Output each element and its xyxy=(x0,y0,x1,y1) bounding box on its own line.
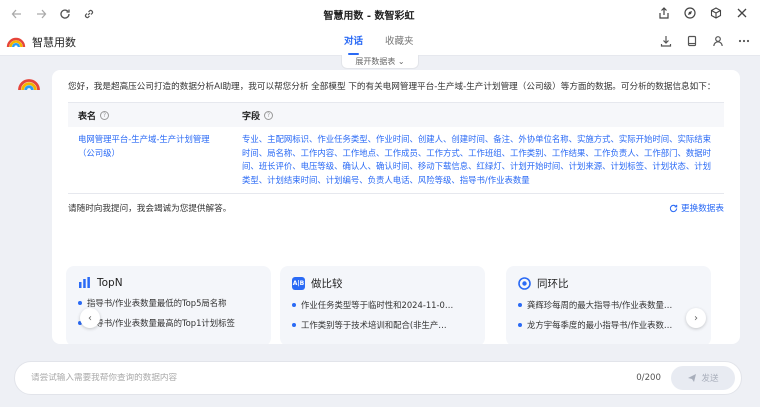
refresh-icon xyxy=(669,204,678,212)
table-row: 电网管理平台-生产域-生产计划管理（公司级） 专业、主配网标识、作业任务类型、作… xyxy=(68,127,724,193)
tab-chat[interactable]: 对话 xyxy=(344,28,363,56)
send-label: 发送 xyxy=(701,374,719,384)
download-icon[interactable] xyxy=(660,35,672,50)
table-name-cell[interactable]: 电网管理平台-生产域-生产计划管理（公司级） xyxy=(68,133,232,187)
share-icon[interactable] xyxy=(658,6,670,22)
main-tabs: 对话 收藏夹 xyxy=(344,28,414,56)
expand-table-label: 展开数据表 xyxy=(355,57,396,66)
chevron-down-icon: ⌄ xyxy=(397,57,405,66)
assistant-avatar xyxy=(18,79,40,91)
help-icon[interactable]: ? xyxy=(264,110,274,120)
header-actions xyxy=(660,28,750,56)
ask-prompt: 请随时向我提问，我会竭诚为您提供解答。 xyxy=(68,204,232,214)
suggestion-title: 同环比 xyxy=(537,278,569,290)
char-counter: 0/200 xyxy=(636,373,661,383)
chat-input[interactable] xyxy=(31,373,637,383)
suggestion-card-topn: TopN 指导书/作业表数量最低的Top5局名称 指导书/作业表数量最高的Top… xyxy=(66,266,271,344)
browser-title: 智慧用数 - 数智彩虹 xyxy=(323,10,415,22)
suggestion-title: TopN xyxy=(97,276,123,289)
change-source-button[interactable]: 更换数据表 xyxy=(669,202,724,214)
column-header-fields: 字段 xyxy=(242,111,261,122)
suggestion-item[interactable]: 工作类别等于技术培训和配合(非生产… xyxy=(292,319,473,331)
tab-favorites[interactable]: 收藏夹 xyxy=(385,28,414,56)
chevron-left-icon[interactable]: ‹ xyxy=(80,308,100,328)
table-header: 表名 ? 字段 ? xyxy=(68,103,724,127)
reload-icon[interactable] xyxy=(58,7,72,21)
back-arrow-icon[interactable] xyxy=(10,7,24,21)
suggestion-item[interactable]: 龙方宇每季度的最小指导书/作业表数… xyxy=(518,319,699,331)
compass-icon[interactable] xyxy=(684,6,696,22)
suggestion-cards: TopN 指导书/作业表数量最低的Top5局名称 指导书/作业表数量最高的Top… xyxy=(66,266,726,344)
chat-input-bar: 0/200 发送 xyxy=(14,361,742,395)
suggestion-card-compare: A|B 做比较 作业任务类型等于临时性和2024-11-0… 工作类别等于技术培… xyxy=(280,266,485,344)
compare-icon: A|B xyxy=(292,277,305,290)
intro-text: 您好，我是超高压公司打造的数据分析AI助理，我可以帮您分析 全部模型 下的有关电… xyxy=(68,82,716,92)
suggestion-item[interactable]: 作业任务类型等于临时性和2024-11-0… xyxy=(292,299,473,311)
ask-row: 请随时向我提问，我会竭诚为您提供解答。 更换数据表 xyxy=(68,202,724,214)
browser-actions xyxy=(658,6,760,22)
rainbow-logo-icon xyxy=(6,37,26,47)
box-icon[interactable] xyxy=(710,6,722,22)
more-icon[interactable] xyxy=(738,35,750,50)
send-button[interactable]: 发送 xyxy=(671,366,735,390)
suggestion-item[interactable]: 龚辉珍每周的最大指导书/作业表数量… xyxy=(518,299,699,311)
send-icon xyxy=(688,374,697,382)
app-name: 智慧用数 xyxy=(32,35,76,49)
suggestion-card-yoy: 同环比 龚辉珍每周的最大指导书/作业表数量… 龙方宇每季度的最小指导书/作业表数… xyxy=(506,266,711,344)
user-icon[interactable] xyxy=(712,35,724,50)
book-icon[interactable] xyxy=(686,35,698,50)
suggestion-title: 做比较 xyxy=(311,278,343,290)
data-table: 表名 ? 字段 ? 电网管理平台-生产域-生产计划管理（公司级） 专业、主配网标… xyxy=(68,102,724,194)
app-header: 智慧用数 对话 收藏夹 xyxy=(0,28,760,56)
suggestion-item[interactable]: 指导书/作业表数量最高的Top1计划标签 xyxy=(78,317,259,329)
forward-arrow-icon[interactable] xyxy=(34,7,48,21)
link-icon[interactable] xyxy=(82,7,96,21)
close-icon[interactable] xyxy=(736,7,748,22)
browser-toolbar: 智慧用数 - 数智彩虹 xyxy=(0,0,760,28)
column-header-table-name: 表名 xyxy=(78,111,97,122)
change-source-label: 更换数据表 xyxy=(681,204,724,214)
target-icon xyxy=(518,277,531,290)
help-icon[interactable]: ? xyxy=(100,110,110,120)
chevron-right-icon[interactable]: › xyxy=(686,308,706,328)
suggestion-item[interactable]: 指导书/作业表数量最低的Top5局名称 xyxy=(78,297,259,309)
assistant-message-card: 您好，我是超高压公司打造的数据分析AI助理，我可以帮您分析 全部模型 下的有关电… xyxy=(52,70,740,344)
browser-nav xyxy=(0,7,120,21)
bar-chart-icon xyxy=(79,277,90,288)
expand-table-toggle[interactable]: 展开数据表 ⌄ xyxy=(341,55,419,69)
fields-cell: 专业、主配网标识、作业任务类型、作业时间、创建人、创建时间、备注、外协单位名称、… xyxy=(242,134,711,185)
